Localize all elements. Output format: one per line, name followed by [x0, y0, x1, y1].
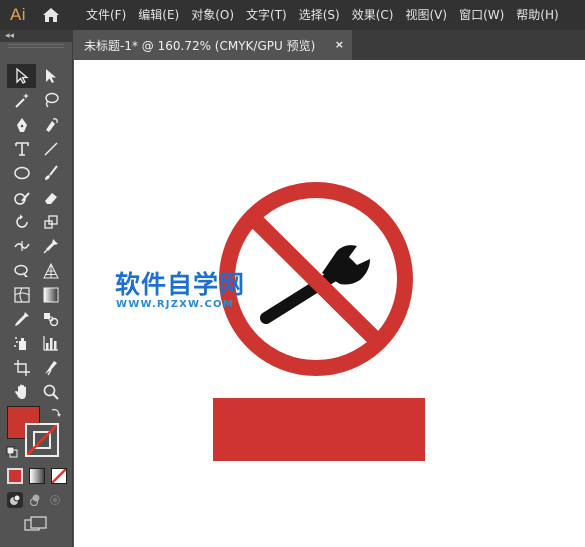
illustrator-window: Ai 文件(F) 编辑(E) 对象(O) 文字(T) 选择(S) 效果(C) 视…: [0, 0, 585, 547]
color-mode-button[interactable]: [7, 468, 23, 484]
menu-view[interactable]: 视图(V): [399, 0, 453, 30]
tool-grid: [7, 64, 65, 404]
menu-select[interactable]: 选择(S): [293, 0, 346, 30]
menu-file[interactable]: 文件(F): [80, 0, 132, 30]
menu-bar: Ai 文件(F) 编辑(E) 对象(O) 文字(T) 选择(S) 效果(C) 视…: [0, 0, 585, 30]
draw-behind-icon[interactable]: [27, 492, 43, 508]
watermark-url: WWW.RJZXW.COM: [116, 299, 234, 310]
close-tab-button[interactable]: ×: [335, 38, 344, 51]
menu-effect[interactable]: 效果(C): [346, 0, 400, 30]
home-icon[interactable]: [36, 0, 66, 30]
symbol-sprayer-tool-icon[interactable]: [7, 331, 36, 355]
tools-panel: ◂◂: [0, 30, 73, 547]
no-stroke-slash-icon: [27, 425, 57, 455]
line-segment-tool-icon[interactable]: [36, 137, 65, 161]
magic-wand-tool-icon[interactable]: [7, 88, 36, 112]
color-mode-row: [7, 468, 67, 484]
puppet-warp-tool-icon[interactable]: [36, 234, 65, 258]
curvature-tool-icon[interactable]: [36, 113, 65, 137]
watermark-title: 软件自学网: [115, 270, 246, 299]
artboard-canvas[interactable]: 软件自学网 WWW.RJZXW.COM: [74, 60, 585, 547]
drawing-mode-row: [7, 492, 63, 508]
lasso-tool-icon[interactable]: [36, 88, 65, 112]
pen-tool-icon[interactable]: [7, 113, 36, 137]
rotate-tool-icon[interactable]: [7, 210, 36, 234]
column-graph-tool-icon[interactable]: [36, 331, 65, 355]
document-tab-bar: 未标题-1* @ 160.72% (CMYK/GPU 预览) ×: [74, 30, 585, 60]
screen-mode-icon[interactable]: [24, 516, 48, 532]
red-label-bar[interactable]: [213, 398, 425, 461]
none-slash-icon: [52, 469, 66, 483]
gradient-mode-button[interactable]: [29, 468, 45, 484]
shaper-tool-icon[interactable]: [7, 185, 36, 209]
menu-window[interactable]: 窗口(W): [453, 0, 510, 30]
artboard-tool-icon[interactable]: [7, 356, 36, 380]
hand-tool-icon[interactable]: [7, 380, 36, 404]
panel-grip[interactable]: [8, 44, 64, 48]
direct-selection-tool-icon[interactable]: [36, 64, 65, 88]
zoom-tool-icon[interactable]: [36, 380, 65, 404]
shape-builder-tool-icon[interactable]: [7, 258, 36, 282]
default-colors-icon[interactable]: [6, 446, 18, 458]
selection-tool-icon[interactable]: [7, 64, 36, 89]
menu-edit[interactable]: 编辑(E): [132, 0, 185, 30]
blend-tool-icon[interactable]: [36, 307, 65, 331]
prohibition-sign[interactable]: [219, 182, 413, 376]
mesh-tool-icon[interactable]: [7, 283, 36, 307]
none-mode-button[interactable]: [51, 468, 67, 484]
menu-type[interactable]: 文字(T): [240, 0, 293, 30]
paintbrush-tool-icon[interactable]: [36, 161, 65, 185]
menu-object[interactable]: 对象(O): [185, 0, 240, 30]
ellipse-tool-icon[interactable]: [7, 161, 36, 185]
gradient-tool-icon[interactable]: [36, 283, 65, 307]
eyedropper-tool-icon[interactable]: [7, 307, 36, 331]
eraser-tool-icon[interactable]: [36, 185, 65, 209]
scale-tool-icon[interactable]: [36, 210, 65, 234]
swap-fill-stroke-icon[interactable]: [50, 406, 62, 418]
document-tab-label: 未标题-1* @ 160.72% (CMYK/GPU 预览): [84, 38, 316, 53]
perspective-grid-tool-icon[interactable]: [36, 258, 65, 282]
panel-collapse-button[interactable]: ◂◂: [0, 30, 72, 42]
width-tool-icon[interactable]: [7, 234, 36, 258]
app-logo: Ai: [9, 5, 27, 24]
type-tool-icon[interactable]: [7, 137, 36, 161]
draw-normal-icon[interactable]: [7, 492, 23, 508]
document-tab[interactable]: 未标题-1* @ 160.72% (CMYK/GPU 预览) ×: [74, 30, 352, 60]
watermark: 软件自学网 WWW.RJZXW.COM: [115, 271, 245, 311]
draw-inside-icon[interactable]: [47, 492, 63, 508]
slice-tool-icon[interactable]: [36, 356, 65, 380]
menu-help[interactable]: 帮助(H): [510, 0, 564, 30]
menu-items: 文件(F) 编辑(E) 对象(O) 文字(T) 选择(S) 效果(C) 视图(V…: [80, 0, 565, 30]
stroke-color-swatch[interactable]: [25, 423, 59, 457]
